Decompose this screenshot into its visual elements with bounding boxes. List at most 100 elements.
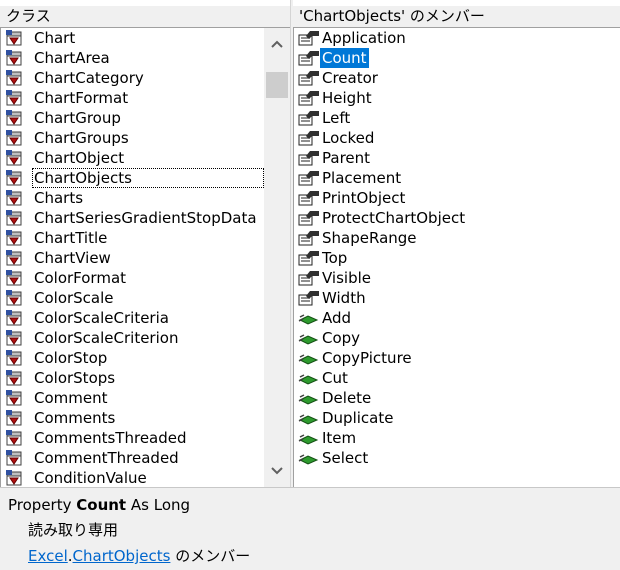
class-item-label: Comments (34, 409, 116, 427)
class-item-chartobject[interactable]: ChartObject (1, 148, 290, 168)
class-item-colorstop[interactable]: ColorStop (1, 348, 290, 368)
class-item-chartarea[interactable]: ChartArea (1, 48, 290, 68)
class-module-icon (5, 250, 23, 266)
member-item-placement[interactable]: Placement (294, 168, 620, 188)
class-item-comments[interactable]: Comments (1, 408, 290, 428)
class-item-comment[interactable]: Comment (1, 388, 290, 408)
member-item-printobject[interactable]: PrintObject (294, 188, 620, 208)
class-item-label: CommentThreaded (34, 449, 179, 467)
class-item-chartgroups[interactable]: ChartGroups (1, 128, 290, 148)
member-item-label: Left (322, 109, 351, 127)
method-green-icon (298, 390, 319, 406)
member-item-item[interactable]: Item (294, 428, 620, 448)
member-item-top[interactable]: Top (294, 248, 620, 268)
member-item-label: Add (322, 309, 352, 327)
member-item-label: Parent (322, 149, 371, 167)
member-item-left[interactable]: Left (294, 108, 620, 128)
class-item-colorscale[interactable]: ColorScale (1, 288, 290, 308)
details-pane: Property Count As Long 読み取り専用 Excel.Char… (0, 487, 620, 570)
class-item-chartgroup[interactable]: ChartGroup (1, 108, 290, 128)
class-item-colorscalecriteria[interactable]: ColorScaleCriteria (1, 308, 290, 328)
class-item-charts[interactable]: Charts (1, 188, 290, 208)
class-item-label: ChartTitle (34, 229, 108, 247)
scroll-thumb[interactable] (266, 72, 288, 98)
member-of-text: のメンバー (175, 547, 251, 565)
class-item-label: ChartFormat (34, 89, 129, 107)
member-item-delete[interactable]: Delete (294, 388, 620, 408)
method-green-icon (298, 350, 319, 366)
member-item-locked[interactable]: Locked (294, 128, 620, 148)
member-item-cut[interactable]: Cut (294, 368, 620, 388)
member-item-label: Select (322, 449, 369, 467)
members-panel: 'ChartObjects' のメンバー Application Count Cre… (293, 0, 620, 487)
class-item-chartobjects[interactable]: ChartObjects (1, 168, 290, 188)
member-item-add[interactable]: Add (294, 308, 620, 328)
class-item-label: ConditionValue (34, 469, 147, 487)
class-link[interactable]: ChartObjects (73, 547, 171, 565)
library-link[interactable]: Excel (28, 547, 68, 565)
class-item-chartseriesgradientstopdata[interactable]: ChartSeriesGradientStopData (1, 208, 290, 228)
method-green-icon (298, 450, 319, 466)
members-listbox[interactable]: Application Count Creator Height Left Locked P… (293, 27, 620, 487)
member-item-copypicture[interactable]: CopyPicture (294, 348, 620, 368)
member-item-duplicate[interactable]: Duplicate (294, 408, 620, 428)
member-item-creator[interactable]: Creator (294, 68, 620, 88)
class-module-icon (5, 110, 23, 126)
member-item-application[interactable]: Application (294, 28, 620, 48)
class-item-label: Charts (34, 189, 84, 207)
class-module-icon (5, 290, 23, 306)
class-item-chartview[interactable]: ChartView (1, 248, 290, 268)
class-module-icon (5, 70, 23, 86)
member-item-label: Creator (322, 69, 378, 87)
class-module-icon (5, 470, 23, 486)
member-item-count[interactable]: Count (294, 48, 620, 68)
class-item-colorscalecriterion[interactable]: ColorScaleCriterion (1, 328, 290, 348)
member-item-label: Locked (322, 129, 375, 147)
member-item-height[interactable]: Height (294, 88, 620, 108)
property-hand-icon (298, 130, 319, 146)
member-item-shaperange[interactable]: ShapeRange (294, 228, 620, 248)
classes-header: クラス (0, 6, 290, 27)
class-item-conditionvalue[interactable]: ConditionValue (1, 468, 290, 487)
member-of-line: Excel.ChartObjects のメンバー (28, 545, 250, 566)
member-item-protectchartobject[interactable]: ProtectChartObject (294, 208, 620, 228)
class-item-label: CommentsThreaded (34, 429, 187, 447)
class-module-icon (5, 430, 23, 446)
members-list[interactable]: Application Count Creator Height Left Locked P… (294, 28, 620, 468)
member-item-label: ProtectChartObject (322, 209, 466, 227)
class-module-icon (5, 90, 23, 106)
classes-scrollbar[interactable] (264, 28, 290, 487)
property-hand-icon (298, 290, 319, 306)
class-item-label: ColorScale (34, 289, 114, 307)
member-item-copy[interactable]: Copy (294, 328, 620, 348)
class-item-label: ChartGroup (34, 109, 121, 127)
class-item-chart[interactable]: Chart (1, 28, 290, 48)
member-item-label: Visible (322, 269, 371, 287)
class-module-icon (5, 190, 23, 206)
property-hand-icon (298, 90, 319, 106)
class-item-chartformat[interactable]: ChartFormat (1, 88, 290, 108)
member-item-select[interactable]: Select (294, 448, 620, 468)
member-item-label: Copy (322, 329, 361, 347)
property-hand-icon (298, 110, 319, 126)
scroll-down-arrow-icon[interactable] (264, 461, 290, 481)
classes-listbox[interactable]: Chart ChartArea ChartCategory ChartFormat Ch… (0, 27, 290, 487)
member-item-label: Item (322, 429, 357, 447)
class-item-label: ColorScaleCriteria (34, 309, 169, 327)
class-item-label: Chart (34, 29, 76, 47)
member-item-width[interactable]: Width (294, 288, 620, 308)
class-item-label: ColorStops (34, 369, 116, 387)
member-kind: Property (8, 496, 72, 514)
class-item-colorstops[interactable]: ColorStops (1, 368, 290, 388)
class-item-chartcategory[interactable]: ChartCategory (1, 68, 290, 88)
member-type: As Long (130, 496, 191, 514)
scroll-up-arrow-icon[interactable] (264, 34, 290, 54)
member-item-visible[interactable]: Visible (294, 268, 620, 288)
member-item-parent[interactable]: Parent (294, 148, 620, 168)
class-item-commentthreaded[interactable]: CommentThreaded (1, 448, 290, 468)
class-item-charttitle[interactable]: ChartTitle (1, 228, 290, 248)
class-item-commentsthreaded[interactable]: CommentsThreaded (1, 428, 290, 448)
class-item-colorformat[interactable]: ColorFormat (1, 268, 290, 288)
class-module-icon (5, 370, 23, 386)
classes-list[interactable]: Chart ChartArea ChartCategory ChartFormat Ch… (1, 28, 290, 487)
